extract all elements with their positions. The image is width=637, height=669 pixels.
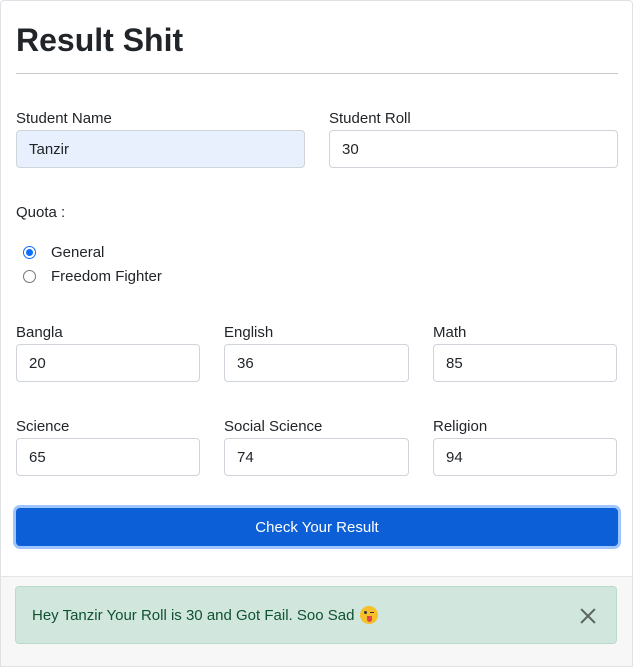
subject-input-english[interactable]: 36 [224,344,409,382]
student-name-label: Student Name [16,110,112,127]
page-title: Result Shit [16,22,184,58]
subject-input-math[interactable]: 85 [433,344,617,382]
subject-input-social-science[interactable]: 74 [224,438,409,476]
subject-label-math: Math [433,324,467,341]
subject-label-science: Science [16,418,70,435]
subject-label-religion: Religion [433,418,488,435]
subject-input-religion[interactable]: 94 [433,438,617,476]
check-result-button[interactable]: Check Your Result [16,508,618,546]
result-card: Result Shit Student Name Tanzir Student … [0,0,633,576]
subject-label-english: English [224,324,274,341]
quota-option-label: General [51,243,105,261]
quota-option-freedom-fighter[interactable]: Freedom Fighter [23,266,162,286]
quota-option-label: Freedom Fighter [51,267,162,285]
close-icon[interactable] [578,606,598,626]
subject-input-science[interactable]: 65 [16,438,200,476]
alert-message: Hey Tanzir Your Roll is 30 and Got Fail.… [32,606,355,624]
student-roll-input[interactable]: 30 [329,130,618,168]
student-roll-label: Student Roll [329,110,411,127]
quota-option-general[interactable]: General [23,242,104,262]
subject-label-bangla: Bangla [16,324,63,341]
student-name-input[interactable]: Tanzir [16,130,305,168]
subject-input-bangla[interactable]: 20 [16,344,200,382]
result-alert: Hey Tanzir Your Roll is 30 and Got Fail.… [15,586,617,644]
subject-label-social-science: Social Science [224,418,323,435]
quota-radio-general[interactable] [23,245,36,259]
quota-radio-freedom-fighter[interactable] [23,269,36,283]
quota-label: Quota : [16,204,66,221]
winking-face-with-tongue-icon [360,606,379,624]
title-divider [16,73,618,74]
